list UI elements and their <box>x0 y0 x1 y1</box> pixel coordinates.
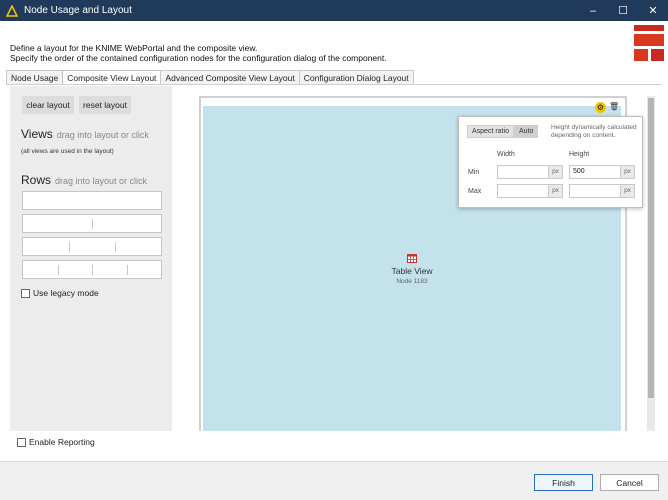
unit-label: px <box>620 185 634 197</box>
min-width-field[interactable]: px <box>497 165 563 179</box>
column-divider <box>69 242 70 252</box>
enable-reporting-option[interactable]: Enable Reporting <box>17 437 95 447</box>
close-button[interactable]: ✕ <box>638 0 668 21</box>
view-node-id: Node 1183 <box>396 278 428 285</box>
sizing-mode-toggle: Aspect ratio Auto <box>467 125 539 138</box>
column-divider <box>58 265 59 275</box>
row-template-1-column[interactable] <box>22 191 162 210</box>
description-line-2: Specify the order of the contained confi… <box>10 53 387 63</box>
views-heading: Views drag into layout or click <box>21 127 149 141</box>
max-width-field[interactable]: px <box>497 184 563 198</box>
max-label: Max <box>468 188 482 195</box>
rows-heading: Rows drag into layout or click <box>21 173 147 187</box>
row-template-3-columns[interactable] <box>22 237 162 256</box>
cancel-button[interactable]: Cancel <box>600 474 659 491</box>
view-name: Table View <box>391 266 433 276</box>
min-height-value[interactable]: 500 <box>570 166 620 178</box>
auto-option[interactable]: Auto <box>513 125 539 138</box>
minimize-button[interactable]: – <box>578 0 608 21</box>
window-title: Node Usage and Layout <box>24 5 132 16</box>
legacy-mode-option[interactable]: Use legacy mode <box>21 288 99 298</box>
row-template-4-columns[interactable] <box>22 260 162 279</box>
table-icon <box>407 254 417 263</box>
column-divider <box>92 265 93 275</box>
knime-app-icon <box>6 4 18 17</box>
maximize-button[interactable]: ☐ <box>608 0 638 21</box>
min-height-field[interactable]: 500 px <box>569 165 635 179</box>
auto-height-note: Height dynamically calculated depending … <box>551 124 637 139</box>
dialog-description: Define a layout for the KNIME WebPortal … <box>10 43 387 63</box>
tab-bar: Node Usage Composite View Layout Advance… <box>6 70 414 84</box>
trash-icon[interactable]: 🗑 <box>609 102 619 113</box>
aspect-ratio-option[interactable]: Aspect ratio <box>467 125 514 138</box>
gear-icon[interactable]: ⚙ <box>595 102 606 113</box>
tab-advanced-composite-view-layout[interactable]: Advanced Composite View Layout <box>160 70 300 84</box>
rows-hint: drag into layout or click <box>55 176 148 186</box>
min-label: Min <box>468 169 480 176</box>
column-divider <box>127 265 128 275</box>
size-settings-popover: Aspect ratio Auto Height dynamically cal… <box>458 116 643 208</box>
views-hint: drag into layout or click <box>56 130 149 140</box>
vertical-scrollbar[interactable] <box>647 96 655 431</box>
enable-reporting-checkbox[interactable] <box>17 437 26 447</box>
unit-label: px <box>620 166 634 178</box>
column-divider <box>115 242 116 252</box>
max-height-field[interactable]: px <box>569 184 635 198</box>
tab-divider <box>6 84 662 85</box>
reset-layout-button[interactable]: reset layout <box>79 96 131 114</box>
width-label: Width <box>497 151 515 158</box>
scrollbar-thumb[interactable] <box>648 98 654 398</box>
clear-layout-button[interactable]: clear layout <box>22 96 74 114</box>
column-divider <box>92 219 93 229</box>
height-label: Height <box>569 151 590 158</box>
views-note: (all views are used in the layout) <box>21 148 114 155</box>
legacy-mode-checkbox[interactable] <box>21 288 30 298</box>
max-width-value[interactable] <box>498 185 548 197</box>
min-width-value[interactable] <box>498 166 548 178</box>
views-heading-label: Views <box>21 127 53 141</box>
title-bar: Node Usage and Layout – ☐ ✕ <box>0 0 668 21</box>
max-height-value[interactable] <box>570 185 620 197</box>
layout-logo-icon <box>634 25 664 61</box>
tab-configuration-dialog-layout[interactable]: Configuration Dialog Layout <box>298 70 414 84</box>
unit-label: px <box>548 185 562 197</box>
row-template-2-columns[interactable] <box>22 214 162 233</box>
tab-composite-view-layout[interactable]: Composite View Layout <box>62 70 162 84</box>
description-line-1: Define a layout for the KNIME WebPortal … <box>10 43 258 53</box>
enable-reporting-label: Enable Reporting <box>29 437 95 447</box>
finish-button[interactable]: Finish <box>534 474 593 491</box>
rows-heading-label: Rows <box>21 173 52 187</box>
tab-node-usage[interactable]: Node Usage <box>6 70 64 84</box>
legacy-mode-label: Use legacy mode <box>33 288 99 298</box>
unit-label: px <box>548 166 562 178</box>
dialog-footer: Finish Cancel <box>0 462 668 500</box>
